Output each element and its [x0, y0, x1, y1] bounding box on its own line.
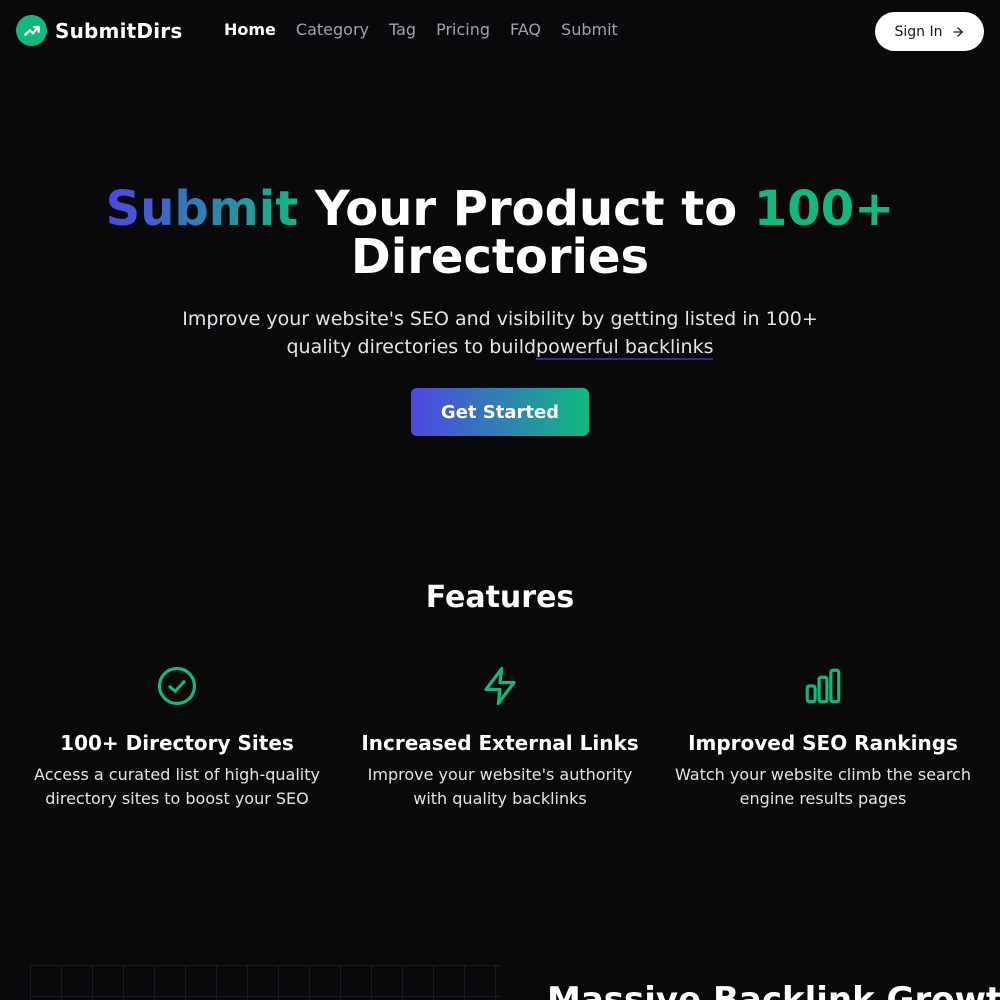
arrow-right-icon — [951, 25, 965, 39]
feature-card-directory-sites: 100+ Directory Sites Access a curated li… — [27, 665, 327, 811]
sign-in-label: Sign In — [894, 23, 943, 40]
features-heading: Features — [425, 580, 575, 615]
feature-card-seo-rankings: Improved SEO Rankings Watch your website… — [673, 665, 973, 811]
hero-title-highlight: Submit — [105, 181, 299, 237]
bar-chart-icon — [673, 665, 973, 709]
backlink-growth-heading: Massive Backlink Growth — [547, 980, 1000, 1000]
hero-title-number: 100+ — [753, 181, 895, 237]
feature-card-external-links: Increased External Links Improve your we… — [350, 665, 650, 811]
hero-title: Submit Your Product to 100+ Directories — [0, 185, 1000, 281]
feature-description: Improve your website's authority with qu… — [367, 765, 633, 808]
site-header: SubmitDirs Home Category Tag Pricing FAQ… — [0, 0, 1000, 62]
feature-description: Watch your website climb the search engi… — [674, 765, 972, 808]
grid-background — [30, 965, 500, 1000]
check-circle-icon — [27, 665, 327, 709]
trending-up-icon — [16, 15, 47, 46]
hero-subtitle-highlight: powerful backlinks — [536, 336, 714, 360]
brand-logo-link[interactable]: SubmitDirs — [16, 15, 182, 46]
nav-category[interactable]: Category — [296, 20, 369, 39]
feature-description: Access a curated list of high-quality di… — [34, 765, 320, 808]
get-started-button[interactable]: Get Started — [411, 388, 589, 436]
lightning-bolt-icon — [350, 665, 650, 709]
nav-pricing[interactable]: Pricing — [436, 20, 490, 39]
feature-title: 100+ Directory Sites — [60, 731, 294, 755]
hero-subtitle-text: Improve your website's SEO and visibilit… — [182, 308, 818, 358]
feature-title: Increased External Links — [361, 731, 639, 755]
feature-title: Improved SEO Rankings — [688, 731, 958, 755]
main-nav: Home Category Tag Pricing FAQ Submit — [224, 20, 638, 39]
nav-faq[interactable]: FAQ — [510, 20, 541, 39]
nav-tag[interactable]: Tag — [389, 20, 416, 39]
hero-subtitle: Improve your website's SEO and visibilit… — [150, 305, 850, 361]
nav-home[interactable]: Home — [224, 20, 276, 39]
hero-title-line2: Directories — [350, 229, 650, 285]
sign-in-button[interactable]: Sign In — [875, 12, 984, 51]
brand-name: SubmitDirs — [55, 18, 183, 43]
nav-submit[interactable]: Submit — [561, 20, 618, 39]
